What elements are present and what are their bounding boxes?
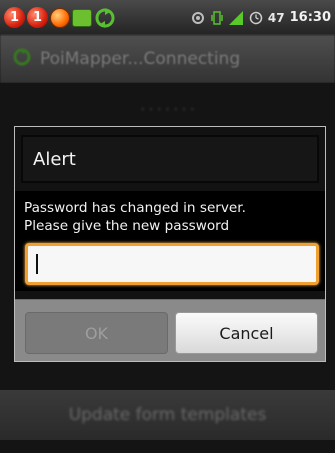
gps-icon [190,10,206,26]
dialog-message-line-1: Password has changed in server. [24,200,246,216]
sync-icon[interactable] [94,7,116,29]
ok-button[interactable]: OK [25,312,168,354]
system-icons: 47 16:30 [190,10,331,26]
app-sync-icon [12,47,32,71]
status-bar: 1 1 47 16:30 [0,0,335,35]
password-input[interactable] [25,243,319,285]
notification-badge-icon[interactable]: 1 [4,7,25,28]
cancel-button[interactable]: Cancel [175,312,318,354]
underlay-divider: · · · · · · · [140,102,195,118]
update-form-templates-label: Update form templates [68,405,267,425]
dialog-button-bar: OK Cancel [15,299,325,361]
alert-notification-icon[interactable] [50,7,70,28]
signal-count: 47 [267,10,285,25]
sms-icon[interactable] [72,8,92,27]
dialog-title: Alert [33,148,76,170]
signal-icon [228,10,244,26]
dialog-message-line-2: Please give the new password [24,218,230,234]
app-title-bar: PoiMapper...Connecting [0,35,335,83]
vibrate-icon [211,10,223,26]
notification-badge-icon[interactable]: 1 [27,7,48,28]
update-form-templates-button: Update form templates [0,390,335,440]
dialog-message: Password has changed in server. Please g… [24,199,319,235]
app-title: PoiMapper...Connecting [40,49,241,69]
alert-dialog: Alert Password has changed in server. Pl… [14,126,326,362]
notification-icons: 1 1 [4,7,116,29]
text-cursor [36,254,38,274]
clock: 16:30 [289,10,331,25]
alarm-icon [249,11,263,25]
dialog-header: Alert [21,135,319,183]
